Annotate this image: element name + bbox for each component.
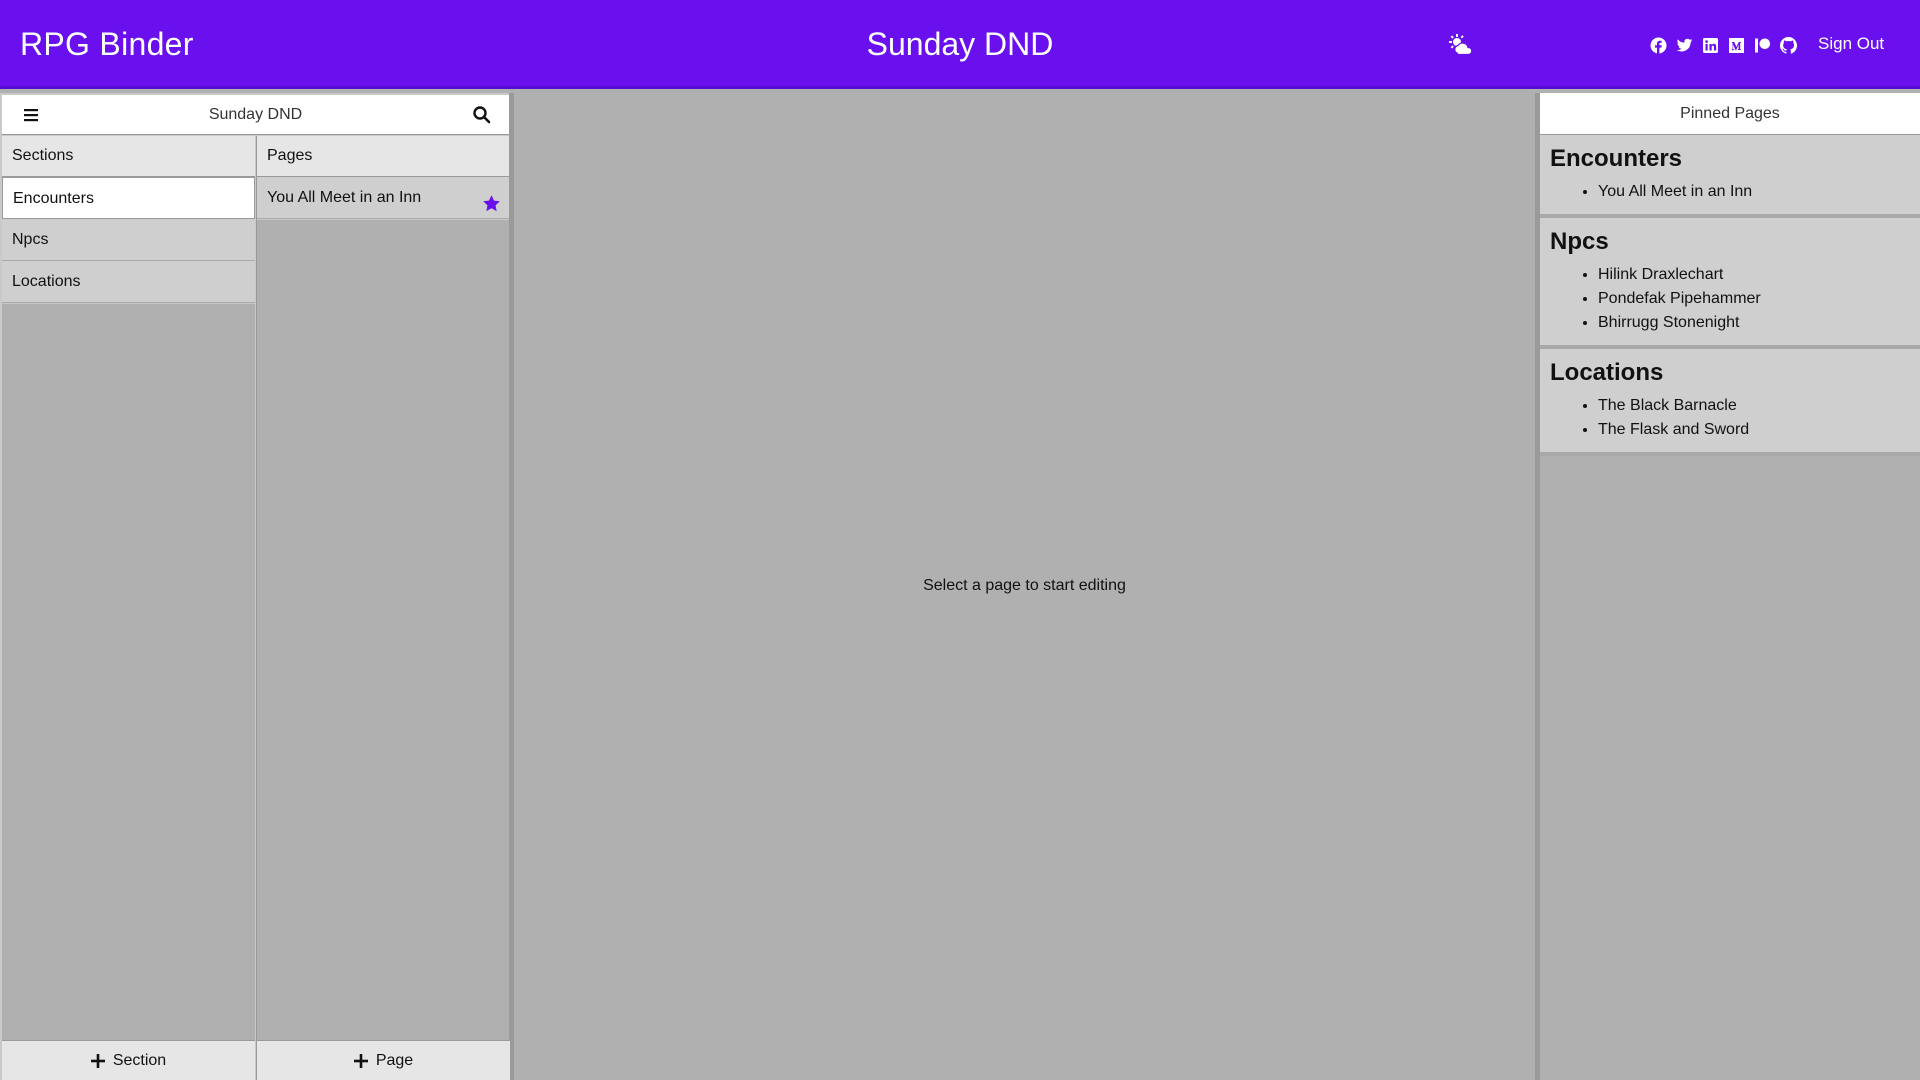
add-section-label: Section	[112, 1051, 167, 1069]
pinned-pages-header: Pinned Pages	[1540, 93, 1920, 135]
pinned-page-link[interactable]: Pondefak Pipehammer	[1598, 287, 1910, 311]
medium-icon[interactable]	[1728, 37, 1745, 54]
pinned-group-title: Npcs	[1550, 228, 1609, 255]
section-item-encounters[interactable]: Encounters	[2, 177, 255, 219]
star-icon[interactable]	[482, 188, 501, 212]
section-item-label: Encounters	[13, 190, 94, 207]
sections-empty-area	[2, 304, 255, 1040]
pinned-page-link[interactable]: Hilink Draxlechart	[1598, 263, 1910, 287]
github-icon[interactable]	[1780, 36, 1797, 54]
pinned-group-title: Encounters	[1550, 145, 1683, 172]
cloud-sun-icon[interactable]	[1449, 34, 1473, 56]
sections-column: Sections Encounters Npcs Locations Secti…	[2, 136, 255, 1080]
sign-out-button[interactable]: Sign Out	[1818, 34, 1884, 54]
binder-navigation-panel: Sunday DND Sections Encounters Npcs Loca…	[0, 93, 514, 1080]
search-icon[interactable]	[472, 105, 492, 125]
pinned-page-link[interactable]: You All Meet in an Inn	[1598, 180, 1910, 204]
pinned-page-link[interactable]: Bhirrugg Stonenight	[1598, 311, 1910, 335]
pinned-page-link[interactable]: The Flask and Sword	[1598, 418, 1910, 442]
section-item-npcs[interactable]: Npcs	[2, 219, 255, 261]
pinned-page-link[interactable]: The Black Barnacle	[1598, 394, 1910, 418]
pages-empty-area	[257, 220, 509, 1040]
facebook-icon[interactable]	[1650, 37, 1667, 54]
twitter-icon[interactable]	[1676, 37, 1693, 54]
nav-header: Sunday DND	[2, 95, 509, 135]
add-page-button[interactable]: Page	[257, 1040, 510, 1080]
pinned-group-locations: Locations The Black Barnacle The Flask a…	[1540, 349, 1920, 456]
top-app-bar: RPG Binder Sunday DND Sign Out	[0, 0, 1920, 89]
page-item-label: You All Meet in an Inn	[267, 189, 422, 206]
social-links	[1650, 35, 1797, 55]
page-item[interactable]: You All Meet in an Inn	[257, 177, 509, 219]
pinned-group-encounters: Encounters You All Meet in an Inn	[1540, 135, 1920, 218]
pinned-group-npcs: Npcs Hilink Draxlechart Pondefak Pipeham…	[1540, 218, 1920, 349]
linkedin-icon[interactable]	[1702, 37, 1719, 54]
hamburger-menu-icon[interactable]	[21, 106, 41, 124]
app-title[interactable]: RPG Binder	[20, 26, 194, 63]
pages-header: Pages	[257, 136, 509, 177]
section-item-label: Locations	[12, 273, 81, 290]
patreon-icon[interactable]	[1754, 37, 1771, 54]
plus-icon	[353, 1053, 368, 1068]
editor-area: Select a page to start editing	[514, 93, 1535, 1080]
section-item-locations[interactable]: Locations	[2, 261, 255, 303]
binder-title: Sunday DND	[866, 26, 1054, 62]
pinned-pages-panel: Pinned Pages Encounters You All Meet in …	[1535, 93, 1920, 1080]
sections-header: Sections	[2, 136, 255, 177]
empty-editor-message: Select a page to start editing	[923, 577, 1126, 594]
pages-column: Pages You All Meet in an Inn Page	[256, 136, 510, 1080]
current-binder-name: Sunday DND	[208, 106, 303, 123]
add-section-button[interactable]: Section	[2, 1040, 255, 1080]
pinned-group-title: Locations	[1550, 359, 1664, 386]
section-item-label: Npcs	[12, 231, 49, 248]
add-page-label: Page	[375, 1051, 414, 1069]
plus-icon	[90, 1053, 105, 1068]
